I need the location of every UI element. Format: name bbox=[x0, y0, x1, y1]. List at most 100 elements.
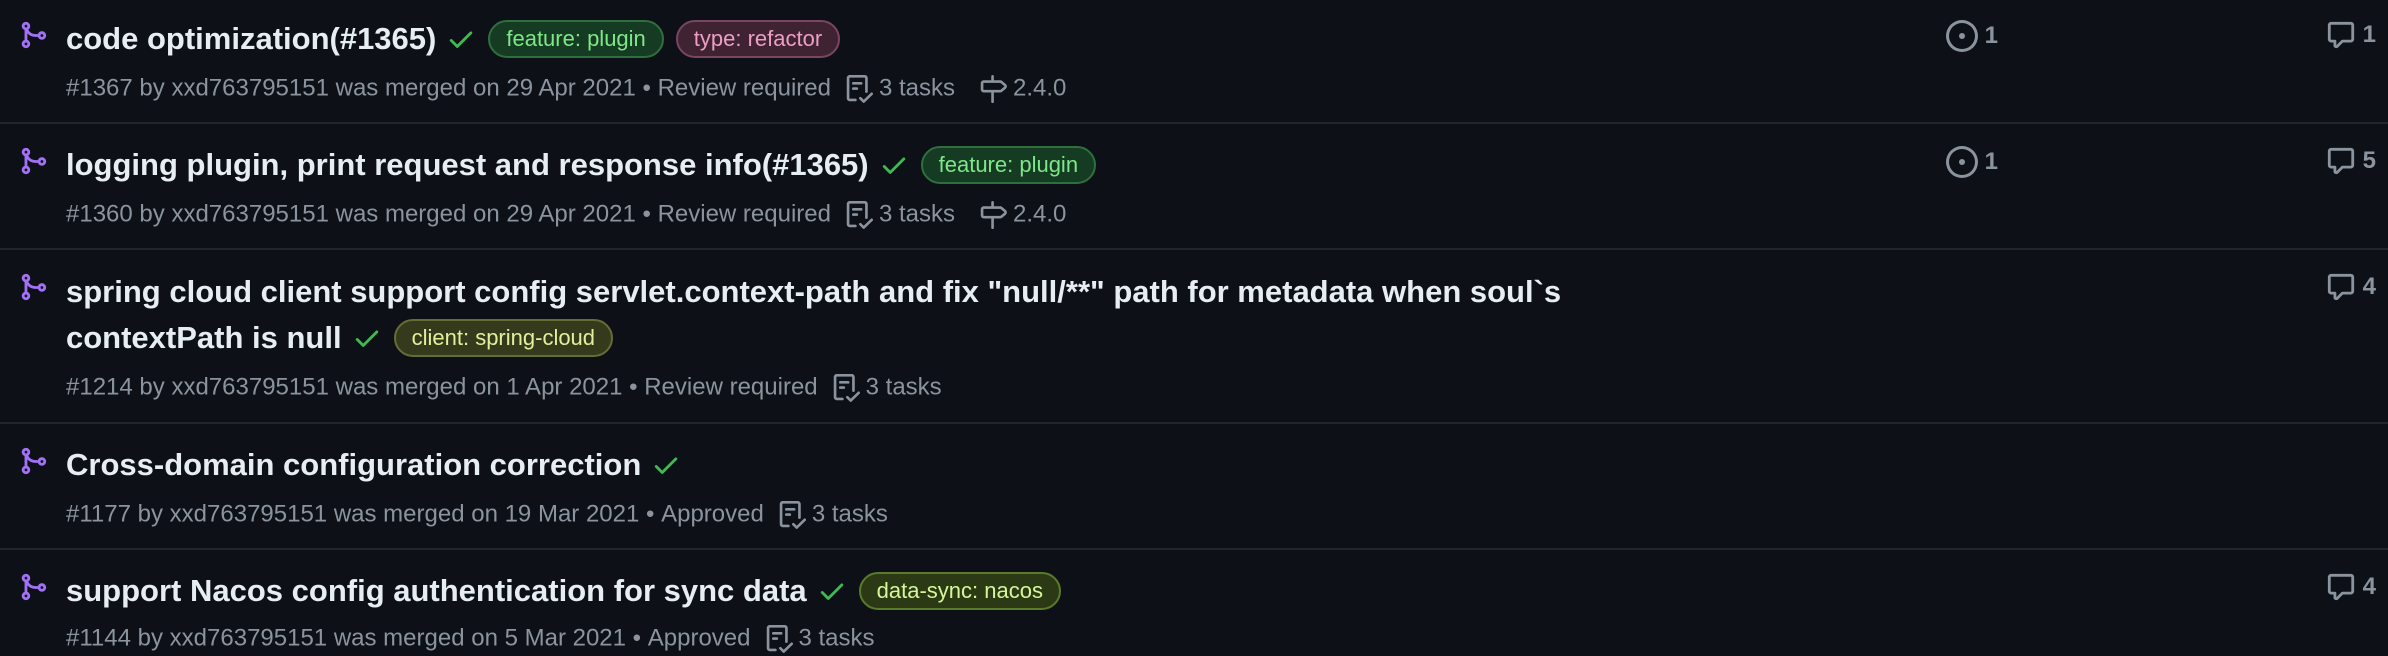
pr-row: support Nacos config authentication for … bbox=[0, 550, 2388, 653]
comments[interactable]: 4 bbox=[2326, 272, 2376, 302]
tasklist-icon bbox=[846, 74, 873, 103]
comments-count: 1 bbox=[2362, 21, 2377, 48]
pr-title-link[interactable]: Cross-domain configuration correction bbox=[66, 447, 641, 482]
pr-number: #1144 bbox=[66, 624, 131, 652]
git-merge-icon bbox=[21, 273, 47, 301]
merged-date: was merged on 19 Mar 2021 bbox=[333, 500, 640, 528]
comment-icon bbox=[2327, 147, 2355, 175]
tasks-count: 3 tasks bbox=[878, 200, 956, 228]
milestone-icon bbox=[980, 74, 1007, 103]
linked-issues[interactable]: 1 bbox=[1946, 20, 1998, 52]
by-text: by bbox=[137, 624, 163, 652]
linked-issues-count: 1 bbox=[1984, 148, 1999, 175]
pr-meta: #1144 by xxd763795151 was merged on 5 Ma… bbox=[66, 621, 875, 656]
comments[interactable]: 4 bbox=[2326, 572, 2376, 602]
pr-number: #1177 bbox=[66, 500, 131, 528]
label-type-refactor[interactable]: type: refactor bbox=[675, 19, 841, 58]
pr-title-link-continued[interactable]: contextPath is null bbox=[66, 320, 342, 355]
separator: • bbox=[632, 624, 642, 652]
milestone-link[interactable]: 2.4.0 bbox=[1013, 201, 1066, 228]
tasks-count: 3 tasks bbox=[811, 500, 888, 528]
comments[interactable]: 5 bbox=[2326, 146, 2376, 176]
review-status[interactable]: Review required bbox=[644, 374, 817, 401]
pr-title-line-2: contextPath is null client: spring-cloud bbox=[66, 312, 1688, 362]
pr-meta: #1360 by xxd763795151 was merged on 29 A… bbox=[66, 197, 1066, 232]
merged-date: was merged on 5 Mar 2021 bbox=[333, 624, 626, 652]
git-merge-icon bbox=[21, 21, 47, 49]
pr-row: spring cloud client support config servl… bbox=[0, 250, 2388, 424]
author-link[interactable]: xxd763795151 bbox=[171, 374, 328, 401]
tasklist-icon bbox=[779, 500, 806, 529]
pr-row: logging plugin, print request and respon… bbox=[0, 124, 2388, 250]
pr-title-line: Cross-domain configuration correction bbox=[66, 439, 1688, 489]
linked-issues[interactable]: 1 bbox=[1946, 146, 1998, 178]
author-link[interactable]: xxd763795151 bbox=[170, 625, 327, 652]
git-merge-icon bbox=[21, 447, 47, 475]
author-link[interactable]: xxd763795151 bbox=[170, 501, 327, 528]
pr-title-link[interactable]: code optimization(#1365) bbox=[66, 21, 436, 56]
merged-date: was merged on 29 Apr 2021 bbox=[335, 200, 636, 228]
pull-request-list: code optimization(#1365) feature: plugin t… bbox=[0, 0, 2388, 653]
pr-title-link[interactable]: support Nacos config authentication for … bbox=[66, 573, 807, 608]
comments-count: 5 bbox=[2362, 147, 2377, 174]
comment-icon bbox=[2327, 21, 2355, 49]
tasks-count: 3 tasks bbox=[798, 624, 875, 652]
label-data-sync-nacos[interactable]: data-sync: nacos bbox=[858, 571, 1061, 610]
author-link[interactable]: xxd763795151 bbox=[171, 201, 328, 228]
pr-title-link[interactable]: logging plugin, print request and respon… bbox=[66, 147, 869, 182]
check-icon[interactable] bbox=[879, 150, 909, 180]
label-client-spring-cloud[interactable]: client: spring-cloud bbox=[393, 318, 614, 357]
comment-icon bbox=[2327, 573, 2355, 601]
pr-title-line: code optimization(#1365) feature: plugin t… bbox=[66, 13, 1688, 63]
review-status[interactable]: Approved bbox=[661, 501, 764, 528]
milestone-icon bbox=[980, 200, 1007, 229]
by-text: by bbox=[139, 200, 165, 228]
comments-count: 4 bbox=[2362, 273, 2377, 300]
check-icon[interactable] bbox=[651, 450, 681, 480]
issue-opened-icon bbox=[1946, 146, 1978, 178]
comments[interactable]: 1 bbox=[2326, 20, 2376, 50]
tasks-count: 3 tasks bbox=[878, 74, 956, 102]
pr-meta: #1214 by xxd763795151 was merged on 1 Ap… bbox=[66, 370, 942, 405]
tasklist-icon bbox=[833, 373, 860, 402]
label-feature-plugin[interactable]: feature: plugin bbox=[920, 145, 1097, 184]
milestone-link[interactable]: 2.4.0 bbox=[1013, 75, 1066, 102]
separator: • bbox=[646, 500, 655, 528]
pr-title-link[interactable]: spring cloud client support config servl… bbox=[66, 274, 1561, 309]
label-feature-plugin[interactable]: feature: plugin bbox=[488, 19, 664, 58]
pr-row: Cross-domain configuration correction #1… bbox=[0, 424, 2388, 550]
author-link[interactable]: xxd763795151 bbox=[171, 75, 328, 102]
pr-number: #1367 bbox=[66, 74, 133, 102]
linked-issues-count: 1 bbox=[1984, 22, 1999, 49]
review-status[interactable]: Review required bbox=[658, 201, 831, 228]
by-text: by bbox=[139, 373, 165, 401]
issue-opened-icon bbox=[1946, 20, 1978, 52]
merged-date: was merged on 29 Apr 2021 bbox=[335, 74, 636, 102]
review-status[interactable]: Approved bbox=[648, 625, 751, 652]
review-status[interactable]: Review required bbox=[658, 75, 831, 102]
separator: • bbox=[629, 373, 638, 401]
pr-number: #1360 bbox=[66, 200, 133, 228]
tasklist-icon bbox=[766, 624, 793, 653]
separator: • bbox=[642, 200, 651, 228]
tasks-count: 3 tasks bbox=[865, 373, 942, 401]
check-icon[interactable] bbox=[352, 323, 382, 353]
pr-row: code optimization(#1365) feature: plugin t… bbox=[0, 0, 2388, 124]
pr-meta: #1367 by xxd763795151 was merged on 29 A… bbox=[66, 71, 1066, 106]
comment-icon bbox=[2327, 273, 2355, 301]
tasklist-icon bbox=[846, 200, 873, 229]
by-text: by bbox=[139, 74, 165, 102]
pr-number: #1214 bbox=[66, 373, 133, 401]
pr-meta: #1177 by xxd763795151 was merged on 19 M… bbox=[66, 497, 888, 532]
by-text: by bbox=[137, 500, 163, 528]
check-icon[interactable] bbox=[817, 576, 847, 606]
pr-title-line: logging plugin, print request and respon… bbox=[66, 139, 1688, 189]
check-icon[interactable] bbox=[446, 24, 476, 54]
git-merge-icon bbox=[21, 147, 47, 175]
merged-date: was merged on 1 Apr 2021 bbox=[335, 373, 623, 401]
git-merge-icon bbox=[21, 573, 47, 601]
comments-count: 4 bbox=[2362, 573, 2377, 600]
pr-title-line: spring cloud client support config servl… bbox=[66, 266, 1688, 316]
separator: • bbox=[642, 74, 651, 102]
pr-title-line: support Nacos config authentication for … bbox=[66, 565, 1688, 615]
